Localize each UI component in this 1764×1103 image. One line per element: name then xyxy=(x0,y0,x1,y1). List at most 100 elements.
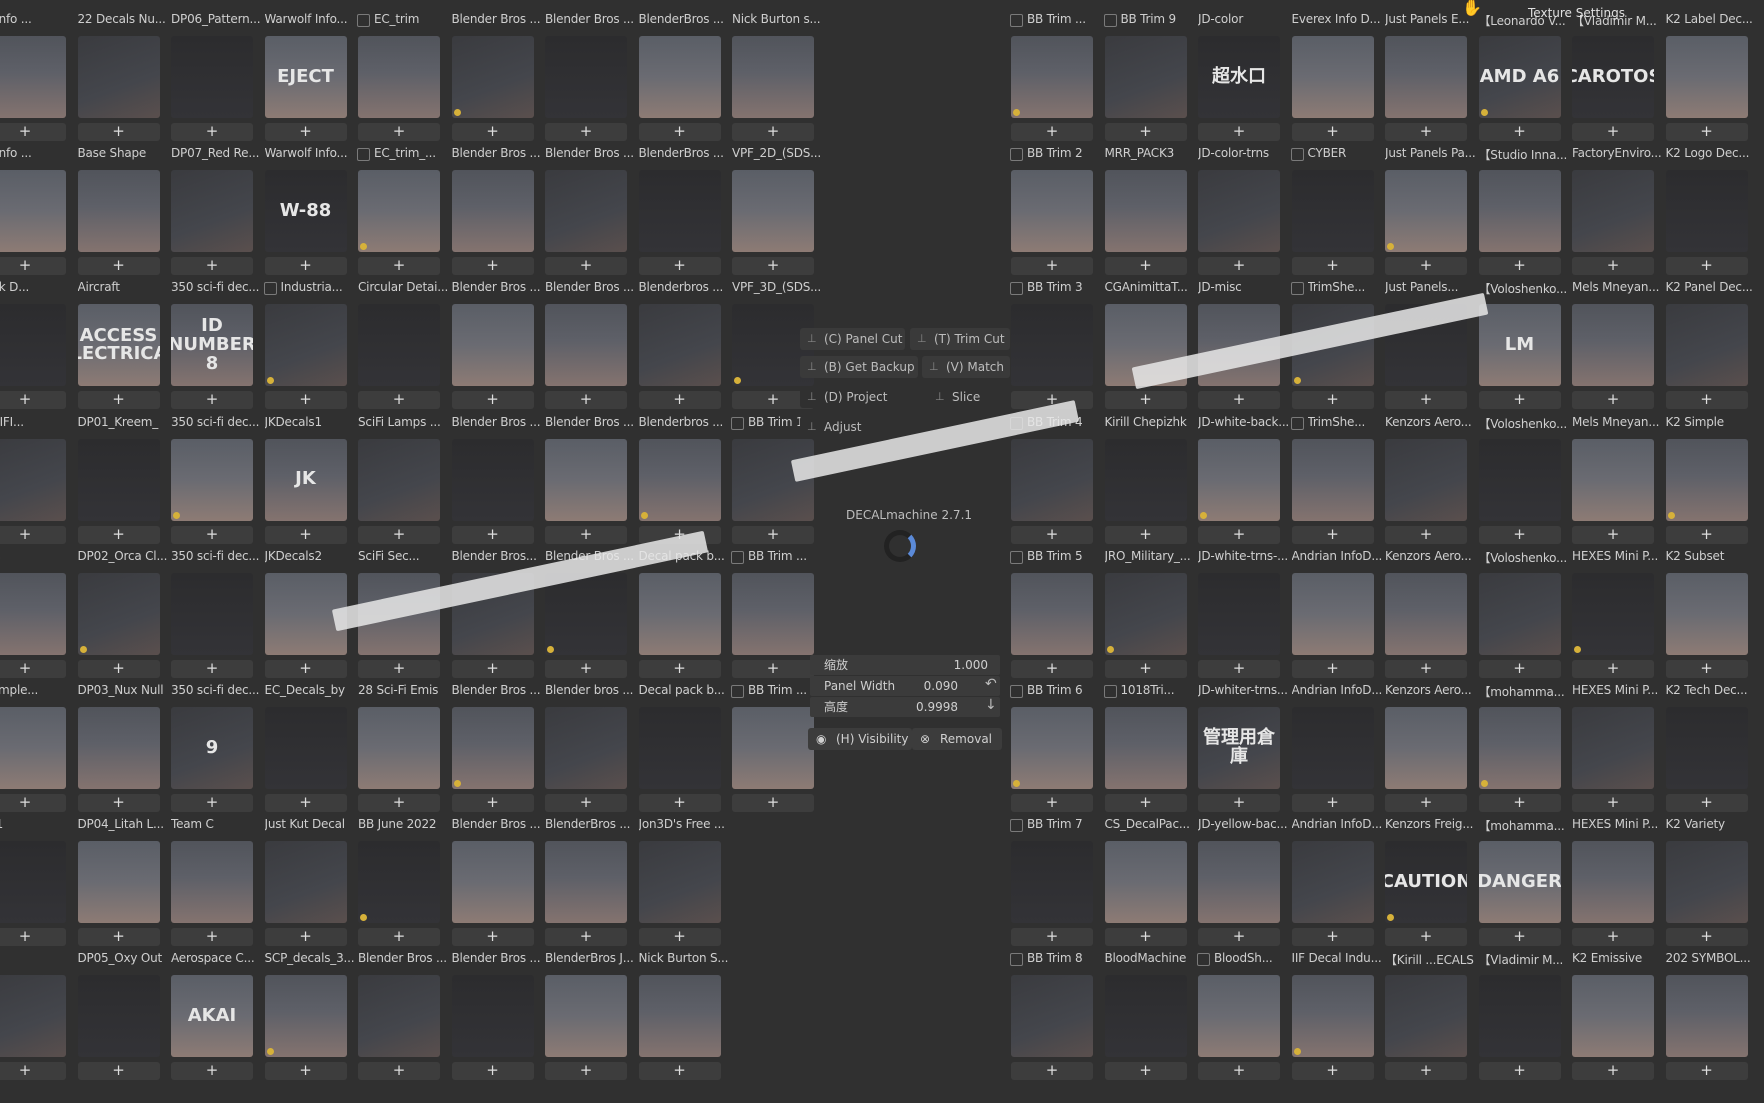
decal-thumbnail[interactable] xyxy=(451,975,534,1058)
decal-library-item[interactable]: Andrian InfoD... + xyxy=(1288,805,1382,947)
decal-library-item[interactable]: 【mohamma... DANGER + xyxy=(1475,805,1569,947)
decal-library-item[interactable]: 【mohamma... + xyxy=(1475,671,1569,812)
decal-library-item[interactable]: 22 Decals Nu... + xyxy=(74,0,168,141)
decal-thumbnail[interactable]: DANGER xyxy=(1478,841,1561,924)
decal-library-item[interactable]: HEXES Mini P... + xyxy=(1568,537,1662,678)
decal-library-item[interactable]: Blender Bros ...+ xyxy=(541,134,635,276)
decal-thumbnail[interactable] xyxy=(545,304,627,387)
decal-thumbnail[interactable] xyxy=(171,572,253,655)
decal-thumbnail[interactable] xyxy=(545,572,627,655)
decal-library-item[interactable]: K2 Tech Dec... + xyxy=(1662,671,1756,812)
decal-thumbnail[interactable] xyxy=(0,841,66,924)
decal-thumbnail[interactable] xyxy=(451,707,534,789)
decal-thumbnail[interactable] xyxy=(1385,438,1467,521)
decal-library-item[interactable]: Just Panels E... + xyxy=(1381,0,1475,141)
decal-thumbnail[interactable] xyxy=(1385,572,1467,655)
decal-thumbnail[interactable] xyxy=(1104,841,1187,924)
reset-icon[interactable]: ↶ xyxy=(985,676,997,692)
decal-thumbnail[interactable] xyxy=(77,438,160,521)
decal-thumbnail[interactable]: 超水口 xyxy=(1198,36,1280,118)
decal-library-item[interactable]: Team C + xyxy=(167,805,261,947)
decal-library-item[interactable]: Mels Mneyan... + xyxy=(1568,268,1662,410)
panel-cut-button[interactable]: ⊥ (C) Panel Cut xyxy=(800,328,905,350)
decal-thumbnail[interactable] xyxy=(358,438,440,521)
decal-thumbnail[interactable]: JK xyxy=(264,438,347,521)
decal-thumbnail[interactable] xyxy=(1011,170,1093,253)
decal-library-item[interactable]: SCIFI...+ xyxy=(0,403,74,544)
decal-library-item[interactable]: JD-white-back... + xyxy=(1194,403,1288,544)
decal-library-item[interactable]: IIF Decal Indu... + xyxy=(1288,939,1382,1081)
decal-library-item[interactable]: DP07_Red Re... + xyxy=(167,134,261,276)
decal-thumbnail[interactable] xyxy=(638,841,721,924)
decal-thumbnail[interactable] xyxy=(1011,36,1093,118)
slice-button[interactable]: ⊥ Slice xyxy=(928,386,1008,408)
library-checkbox[interactable] xyxy=(1010,550,1023,564)
decal-thumbnail[interactable] xyxy=(1011,841,1093,924)
decal-library-item[interactable]: Warwolf Info... EJECT + xyxy=(261,0,355,141)
decal-thumbnail[interactable] xyxy=(1198,438,1280,521)
visibility-toggle[interactable]: ◉ (H) Visibility xyxy=(808,728,912,750)
decal-thumbnail[interactable] xyxy=(264,841,347,924)
decal-thumbnail[interactable] xyxy=(1478,438,1561,521)
decal-thumbnail[interactable] xyxy=(638,36,721,118)
add-decal-button[interactable]: + xyxy=(358,1062,440,1081)
decal-thumbnail[interactable] xyxy=(1572,975,1654,1058)
add-decal-button[interactable]: + xyxy=(1198,1062,1280,1081)
decal-thumbnail[interactable] xyxy=(1478,975,1561,1058)
decal-thumbnail[interactable]: 9 xyxy=(171,707,253,789)
decal-library-item[interactable]: Blender Bros ...+ xyxy=(448,939,542,1081)
decal-thumbnail[interactable] xyxy=(1572,438,1654,521)
decal-library-item[interactable]: 1018Tri... + xyxy=(1101,671,1195,812)
decal-library-item[interactable]: K2 Simple + xyxy=(1662,403,1756,544)
decal-thumbnail[interactable] xyxy=(545,36,627,118)
decal-library-item[interactable]: Blender Bros ...+ xyxy=(448,0,542,141)
decal-thumbnail[interactable]: ID NUMBER 8 xyxy=(171,304,253,387)
decal-library-item[interactable]: JD-misc + xyxy=(1194,268,1288,410)
decal-library-item[interactable]: Andrian InfoD... + xyxy=(1288,671,1382,812)
decal-library-item[interactable]: Jon3D's Free ... + xyxy=(635,805,729,947)
decal-library-item[interactable]: Blender Bros ...+ xyxy=(448,805,542,947)
decal-thumbnail[interactable]: W-88 xyxy=(264,170,347,253)
add-decal-button[interactable]: + xyxy=(264,1062,347,1081)
decal-library-item[interactable]: TrimShe... + xyxy=(1288,403,1382,544)
decal-library-item[interactable]: EC_Decals_by + xyxy=(261,671,355,812)
decal-library-item[interactable]: Nick Burton s... + xyxy=(728,0,822,141)
decal-thumbnail[interactable] xyxy=(1011,304,1093,387)
decal-library-item[interactable]: BB Trim 9 + xyxy=(1101,0,1195,141)
decal-library-item[interactable]: JKDecals1 JK + xyxy=(261,403,355,544)
decal-thumbnail[interactable] xyxy=(1104,572,1187,655)
decal-library-item[interactable]: CS_DecalPac... + xyxy=(1101,805,1195,947)
library-checkbox[interactable] xyxy=(1010,819,1023,833)
decal-thumbnail[interactable] xyxy=(1291,975,1374,1058)
decal-library-item[interactable]: Blender Bros ...+ xyxy=(541,268,635,410)
adjust-button[interactable]: ⊥ Adjust xyxy=(800,416,870,438)
decal-library-item[interactable]: Warwolf Info... W-88 + xyxy=(261,134,355,276)
decal-thumbnail[interactable] xyxy=(264,304,347,387)
decal-library-item[interactable]: HEXES Mini P... + xyxy=(1568,805,1662,947)
library-checkbox[interactable] xyxy=(1103,685,1117,698)
decal-library-item[interactable]: DP04_Litah L... + xyxy=(74,805,168,947)
decal-library-item[interactable]: AircraftACCESS ELECTRICAL+ xyxy=(74,268,168,410)
decal-thumbnail[interactable] xyxy=(1198,572,1280,655)
decal-library-item[interactable]: BlenderBros ... + xyxy=(635,0,729,141)
decal-library-item[interactable]: DP01_Kreem_ + xyxy=(74,403,168,544)
decal-library-item[interactable]: 【Vladimir M... + xyxy=(1475,939,1569,1081)
add-decal-button[interactable]: + xyxy=(1291,1062,1374,1081)
decal-thumbnail[interactable] xyxy=(545,707,627,789)
decal-thumbnail[interactable] xyxy=(0,170,66,253)
decal-thumbnail[interactable] xyxy=(1665,304,1748,387)
library-checkbox[interactable] xyxy=(731,550,744,564)
decal-thumbnail[interactable] xyxy=(1665,841,1748,924)
decal-library-item[interactable]: Circular Detai... + xyxy=(354,268,448,410)
decal-library-item[interactable]: Industria... + xyxy=(261,268,355,410)
decal-library-item[interactable]: BB Trim 8 + xyxy=(1007,939,1101,1081)
decal-library-item[interactable]: JD-whiter-trns... 管理用倉庫 + xyxy=(1194,671,1288,812)
library-checkbox[interactable] xyxy=(357,14,370,27)
decal-thumbnail[interactable] xyxy=(171,36,253,118)
decal-thumbnail[interactable] xyxy=(1478,707,1561,789)
decal-thumbnail[interactable] xyxy=(171,438,253,521)
decal-library-item[interactable]: Just Panels Pa... + xyxy=(1381,134,1475,276)
decal-library-item[interactable]: 【Voloshenko... + xyxy=(1475,537,1569,678)
decal-library-item[interactable]: JKDecals2 + xyxy=(261,537,355,678)
decal-thumbnail[interactable] xyxy=(1104,36,1187,118)
